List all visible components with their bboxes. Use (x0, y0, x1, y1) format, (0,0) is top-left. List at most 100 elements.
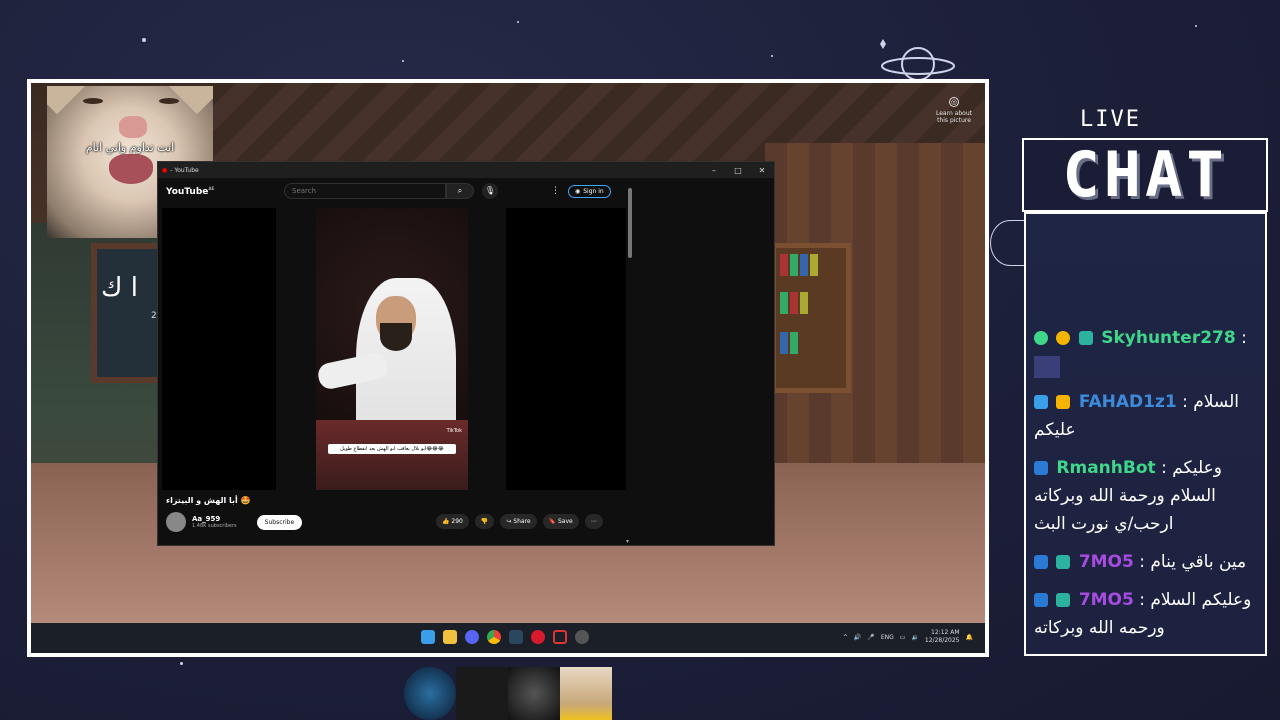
thumbnail-planet[interactable] (404, 667, 456, 720)
chat-message: 7MO5 : مين باقي ينام (1034, 548, 1257, 576)
thumbnail-dark[interactable] (456, 667, 508, 720)
taskbar-apps (421, 630, 589, 644)
scroll-down-icon[interactable]: ▾ (626, 538, 629, 545)
scrollbar[interactable] (628, 188, 632, 258)
volume-icon[interactable]: 🔉 (911, 634, 918, 641)
save-label: Save (557, 518, 573, 525)
chat-text: مين باقي ينام (1150, 552, 1247, 572)
channel-name[interactable]: Aa_959 (192, 515, 237, 523)
search-input[interactable] (284, 183, 446, 199)
like-count: 290 (451, 518, 463, 525)
window-title: - YouTube (170, 166, 199, 174)
learn-about-picture[interactable]: ◎ Learn about this picture (934, 97, 974, 124)
chat-title: CHAT (1062, 138, 1228, 211)
live-label: LIVE (1080, 107, 1141, 132)
thumbnail-cat[interactable] (560, 667, 612, 720)
subscribe-button[interactable]: Subscribe (256, 514, 303, 530)
star (771, 55, 773, 57)
youtube-logo-text: YouTube (166, 186, 209, 197)
opera-icon[interactable] (531, 630, 545, 644)
chat-separator: : (1241, 328, 1247, 348)
book (800, 292, 808, 314)
network-icon[interactable]: ▭ (900, 634, 906, 641)
share-button[interactable]: ↪ Share (500, 514, 537, 529)
cat-nose (119, 116, 147, 138)
bot-badge-icon (1034, 461, 1048, 475)
tray-overflow-icon[interactable]: ^ (843, 634, 848, 641)
windows-start-icon[interactable] (421, 630, 435, 644)
chat-username[interactable]: 7MO5 (1079, 552, 1134, 572)
discord-icon[interactable] (465, 630, 479, 644)
maximize-icon[interactable]: □ (726, 166, 750, 175)
steam-icon[interactable] (509, 630, 523, 644)
chrome-icon[interactable] (487, 630, 501, 644)
next-short[interactable] (506, 208, 626, 490)
thumbnail-figure[interactable] (508, 667, 560, 720)
dislike-button[interactable]: 👎 (474, 514, 495, 529)
microphone-icon[interactable]: 🎙 (482, 183, 498, 199)
obs-icon[interactable] (575, 630, 589, 644)
dislike-icon: 👎 (480, 518, 489, 525)
clock[interactable]: 12:12 AM 12/28/2025 (925, 629, 960, 645)
sign-in-button[interactable]: ◉ Sign in (568, 184, 611, 198)
table (316, 420, 468, 490)
video-title[interactable]: أبا الهش و البيتزاء 🤩 (166, 496, 251, 505)
planet-icon (880, 39, 955, 81)
tier-badge-icon (1056, 555, 1071, 569)
action-bar: 👍 290 👎 ↪ Share 🔖 Save ⋯ (436, 514, 603, 529)
book (790, 254, 798, 276)
tier-badge-icon (1078, 331, 1093, 345)
book (790, 332, 798, 354)
recorder-icon[interactable] (553, 630, 567, 644)
overlay-glyphs: ا ك (101, 273, 138, 303)
youtube-region: AE (208, 185, 215, 191)
window-titlebar[interactable]: ● - YouTube – □ ✕ (158, 162, 774, 178)
previous-short[interactable] (162, 208, 276, 490)
search-icon[interactable]: ⌕ (446, 183, 474, 199)
chat-header: CHAT (1022, 138, 1268, 212)
chat-panel: Skyhunter278 : FAHAD1z1 : السلام عليكم R… (1024, 212, 1267, 656)
more-actions-button[interactable]: ⋯ (584, 514, 603, 529)
youtube-logo[interactable]: YouTubeAE (166, 186, 276, 197)
minimize-icon[interactable]: – (702, 166, 726, 175)
emote-icon (1034, 356, 1060, 378)
chat-separator: : (1139, 590, 1145, 610)
more-options-icon[interactable]: ⋮ (551, 186, 560, 196)
tier-badge-icon (1056, 593, 1071, 607)
chat-separator: : (1139, 552, 1145, 572)
stream-frame: ا ك 2 ◎ Learn about this picture انت تدا… (27, 79, 989, 657)
mic-tray-icon[interactable]: 🎤 (867, 634, 874, 641)
windows-taskbar: ^ 🔊 🎤 ENG ▭ 🔉 12:12 AM 12/28/2025 🔔 (31, 623, 985, 653)
youtube-window[interactable]: ● - YouTube – □ ✕ YouTubeAE ⌕ 🎙 ⋮ ◉ Sign… (157, 161, 775, 546)
channel-avatar[interactable] (166, 512, 186, 532)
chat-username[interactable]: RmanhBot (1056, 458, 1155, 478)
chat-username[interactable]: FAHAD1z1 (1079, 392, 1177, 412)
book (790, 292, 798, 314)
channel-row: Aa_959 1.48K subscribers Subscribe (166, 512, 303, 532)
star (1195, 25, 1197, 27)
clock-date: 12/28/2025 (924, 637, 960, 644)
speaker-icon[interactable]: 🔊 (854, 634, 861, 641)
clock-time: 12:12 AM (931, 629, 960, 636)
like-icon: 👍 (442, 518, 452, 525)
book (780, 292, 788, 314)
chat-username[interactable]: Skyhunter278 (1101, 328, 1235, 348)
chat-message: FAHAD1z1 : السلام عليكم (1034, 388, 1257, 444)
book (780, 332, 788, 354)
short-video[interactable]: TikTok ابو بلال يعاقب ابو الهش بعد انقطا… (316, 208, 468, 490)
cat-ear (47, 86, 86, 115)
chat-username[interactable]: 7MO5 (1079, 590, 1134, 610)
notification-icon[interactable]: 🔔 (966, 634, 973, 641)
language-indicator[interactable]: ENG (881, 634, 894, 641)
chat-separator: : (1161, 458, 1167, 478)
overlay-number: 2 (151, 311, 157, 321)
chat-separator: : (1182, 392, 1188, 412)
like-button[interactable]: 👍 290 (436, 514, 469, 529)
bookshelf (771, 243, 851, 393)
file-explorer-icon[interactable] (443, 630, 457, 644)
account-icon: ◉ (575, 187, 581, 195)
cat-eye (159, 98, 179, 104)
save-button[interactable]: 🔖 Save (542, 514, 579, 529)
cat-eye (83, 98, 103, 104)
close-icon[interactable]: ✕ (750, 166, 774, 175)
